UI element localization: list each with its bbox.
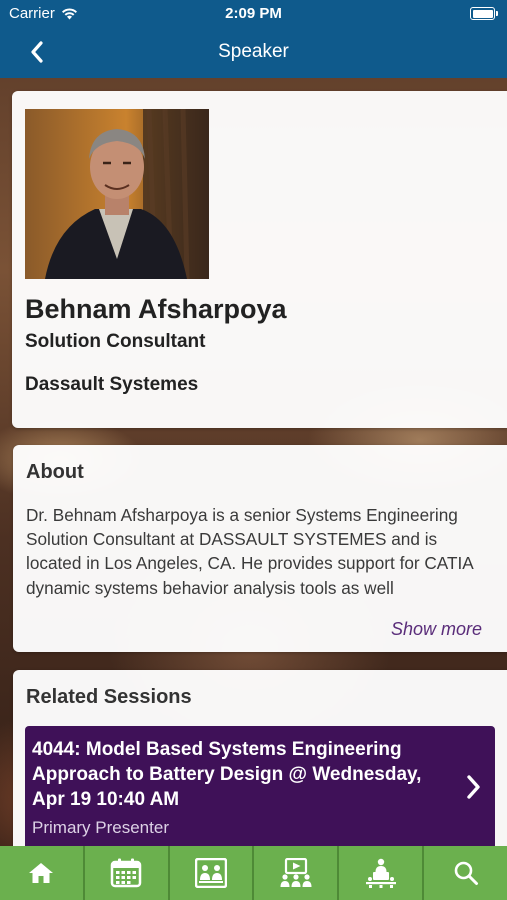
speaker-company: Dassault Systemes bbox=[25, 374, 199, 395]
about-card: About Dr. Behnam Afsharpoya is a senior … bbox=[13, 445, 507, 652]
about-text: Dr. Behnam Afsharpoya is a senior System… bbox=[26, 505, 473, 598]
clock: 2:09 PM bbox=[225, 5, 282, 22]
tab-presentations[interactable] bbox=[254, 846, 340, 900]
status-bar: Carrier 2:09 PM bbox=[0, 0, 507, 28]
speaker-photo bbox=[25, 109, 209, 279]
tab-bar bbox=[0, 846, 507, 900]
speaker-card: Behnam Afsharpoya Solution Consultant Da… bbox=[12, 91, 507, 428]
navigation-bar: Speaker bbox=[0, 28, 507, 78]
speaker-name: Behnam Afsharpoya bbox=[25, 294, 287, 324]
tab-search[interactable] bbox=[424, 846, 507, 900]
session-title: 4044: Model Based Systems Engineering Ap… bbox=[32, 739, 422, 810]
session-role: Primary Presenter bbox=[32, 818, 169, 837]
calendar-icon bbox=[110, 858, 142, 888]
search-icon bbox=[454, 861, 478, 885]
speaker-role: Solution Consultant bbox=[25, 331, 206, 352]
session-item[interactable]: 4044: Model Based Systems Engineering Ap… bbox=[25, 726, 495, 851]
about-heading: About bbox=[26, 461, 84, 483]
page-title: Speaker bbox=[218, 41, 289, 62]
tab-schedule[interactable] bbox=[85, 846, 170, 900]
speakers-icon bbox=[365, 858, 396, 888]
chevron-right-icon bbox=[467, 775, 480, 799]
tab-home[interactable] bbox=[0, 846, 85, 900]
related-sessions-heading: Related Sessions bbox=[26, 686, 192, 708]
attendees-icon bbox=[195, 858, 228, 888]
home-icon bbox=[29, 863, 54, 883]
battery-icon bbox=[470, 7, 498, 20]
show-more-link[interactable]: Show more bbox=[391, 619, 482, 640]
presentations-icon bbox=[280, 858, 312, 887]
tab-speakers[interactable] bbox=[339, 846, 425, 900]
tab-attendees[interactable] bbox=[170, 846, 255, 900]
